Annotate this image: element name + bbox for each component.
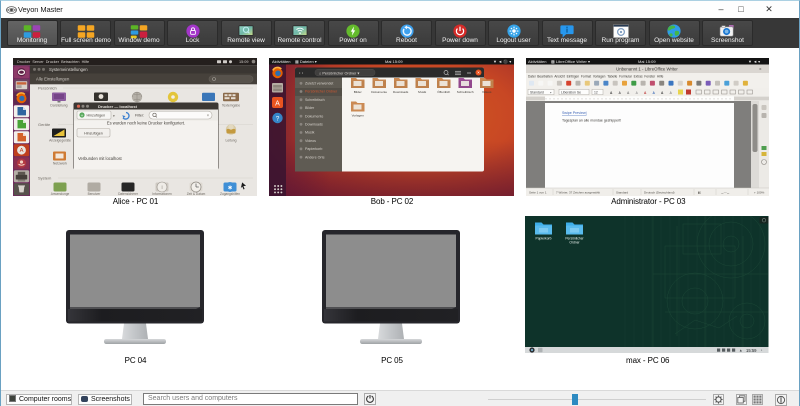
svg-text:Ordner: Ordner — [569, 240, 580, 244]
svg-text:Videos: Videos — [305, 138, 316, 142]
svg-text:Benutzer: Benutzer — [87, 192, 101, 196]
svg-text:Musik: Musik — [418, 90, 427, 94]
svg-text:Zuletzt verwendet: Zuletzt verwendet — [305, 81, 333, 85]
svg-text:Papierkorb: Papierkorb — [305, 147, 322, 151]
svg-text:✕: ✕ — [206, 113, 209, 117]
svg-text:×: × — [477, 70, 480, 75]
svg-text:Persönlich: Persönlich — [38, 85, 57, 90]
svg-text:▦ Dateien ▾: ▦ Dateien ▾ — [295, 58, 317, 63]
svg-text:7 Wörter, 37 Zeichen ausgewähl: 7 Wörter, 37 Zeichen ausgewählt — [556, 190, 600, 194]
svg-text:Datei Bearbeiten Ansicht Ei: Datei Bearbeiten Ansicht Einfügen Format… — [528, 74, 664, 78]
svg-text:Tagesplan an alle mondae geshi: Tagesplan an alle mondae geshippert! — [562, 118, 621, 122]
svg-text:▮▯: ▮▯ — [698, 190, 702, 194]
svg-text:Bilder: Bilder — [353, 90, 361, 94]
svg-text:Anwendunge: Anwendunge — [50, 192, 69, 196]
svg-text:15:09: 15:09 — [239, 60, 249, 64]
svg-text:⌂ Persönlicher Ordner ▾: ⌂ Persönlicher Ordner ▾ — [319, 71, 359, 75]
svg-text:Aktivitäten: Aktivitäten — [528, 58, 546, 63]
svg-text:Systemeinstellungen: Systemeinstellungen — [49, 67, 88, 72]
svg-text:Standard: Standard — [530, 90, 544, 94]
svg-text:▾: ▾ — [113, 114, 115, 118]
svg-text:Mai 15:09: Mai 15:09 — [385, 58, 403, 63]
svg-text:⚊—⚊: ⚊—⚊ — [721, 190, 730, 194]
svg-text:Papierkorb: Papierkorb — [536, 237, 552, 241]
svg-text:Anzeigegeräte: Anzeigegeräte — [49, 138, 71, 142]
svg-text:+: + — [80, 113, 83, 118]
svg-text:▲: ▲ — [739, 349, 743, 353]
svg-text:Hinzufügen: Hinzufügen — [86, 113, 105, 117]
svg-text:Deutsch (Deutschland): Deutsch (Deutschland) — [644, 190, 675, 194]
svg-text:Unbenannt 1 - LibreOffice Writ: Unbenannt 1 - LibreOffice Writer — [616, 66, 678, 71]
svg-text:System: System — [38, 175, 52, 180]
svg-text:Schreibtisch: Schreibtisch — [456, 90, 473, 94]
svg-text:Dokumente: Dokumente — [305, 114, 323, 118]
svg-text:Liberation Se: Liberation Se — [561, 90, 581, 94]
svg-text:▼ ◄ ▾: ▼ ◄ ▾ — [748, 58, 760, 63]
svg-text:Videos: Videos — [481, 90, 491, 94]
svg-text:Geräte: Geräte — [38, 122, 51, 127]
svg-text:Drucker Server Drucker Betr: Drucker Server Drucker Betrachten Hilfe — [17, 60, 89, 64]
svg-text:Bilder: Bilder — [305, 106, 315, 110]
svg-text:Filter:: Filter: — [135, 113, 144, 117]
svg-text:Aktivitäten: Aktivitäten — [272, 58, 290, 63]
svg-text:i: i — [161, 185, 162, 191]
svg-text:12: 12 — [594, 90, 598, 94]
svg-text:?: ? — [275, 115, 279, 122]
svg-text:×: × — [759, 66, 762, 71]
svg-text:Hinzufügen: Hinzufügen — [84, 131, 103, 135]
svg-text:‹ ›: ‹ › — [299, 70, 304, 75]
svg-text:Öffentlich: Öffentlich — [437, 90, 450, 94]
svg-text:Seite 1 von 1: Seite 1 von 1 — [529, 190, 547, 194]
svg-text:Darstellung: Darstellung — [50, 103, 67, 107]
svg-text:A: A — [19, 148, 23, 154]
svg-text:Standard: Standard — [616, 190, 629, 194]
svg-text:A: A — [275, 100, 280, 107]
svg-text:Downloads: Downloads — [305, 122, 323, 126]
svg-text:Vorlagen: Vorlagen — [351, 113, 363, 117]
svg-text:Netzwerk: Netzwerk — [52, 161, 66, 165]
svg-text:Downloads: Downloads — [393, 90, 409, 94]
svg-text:Dokumente: Dokumente — [371, 90, 387, 94]
svg-text:15:59: 15:59 — [746, 348, 757, 353]
svg-text:Swipe Preview|: Swipe Preview| — [562, 111, 587, 115]
svg-text:Zugangshilfen: Zugangshilfen — [219, 192, 239, 196]
svg-text:Drucker — localhost: Drucker — localhost — [98, 104, 138, 109]
svg-text:Verbunden mit localhost: Verbunden mit localhost — [78, 156, 123, 161]
svg-text:Texteingabe: Texteingabe — [221, 103, 239, 107]
svg-text:Andere Orte: Andere Orte — [305, 155, 325, 159]
svg-text:▼ ◄ ⚫ ▾: ▼ ◄ ⚫ ▾ — [493, 58, 511, 63]
svg-text:Mai 15:09: Mai 15:09 — [638, 58, 656, 63]
svg-text:Es wurden noch keine Drucker k: Es wurden noch keine Drucker konfigurier… — [106, 120, 184, 125]
svg-text:Datensicherer: Datensicherer — [118, 192, 139, 196]
svg-text:Schreibtisch: Schreibtisch — [305, 97, 325, 101]
svg-text:Persönlicher Ordner: Persönlicher Ordner — [305, 89, 338, 93]
svg-text:Musik: Musik — [305, 130, 315, 134]
svg-text:Leitung: Leitung — [225, 138, 236, 142]
svg-text:✱: ✱ — [227, 184, 232, 191]
svg-text:▩ LibreOffice Writer ▾: ▩ LibreOffice Writer ▾ — [551, 58, 590, 63]
svg-text:Zeit & Datum: Zeit & Datum — [186, 192, 205, 196]
svg-text:Alle Einstellungen: Alle Einstellungen — [36, 76, 70, 81]
svg-text:Informationen: Informationen — [152, 192, 172, 196]
svg-text:+ 100%: + 100% — [754, 190, 765, 194]
